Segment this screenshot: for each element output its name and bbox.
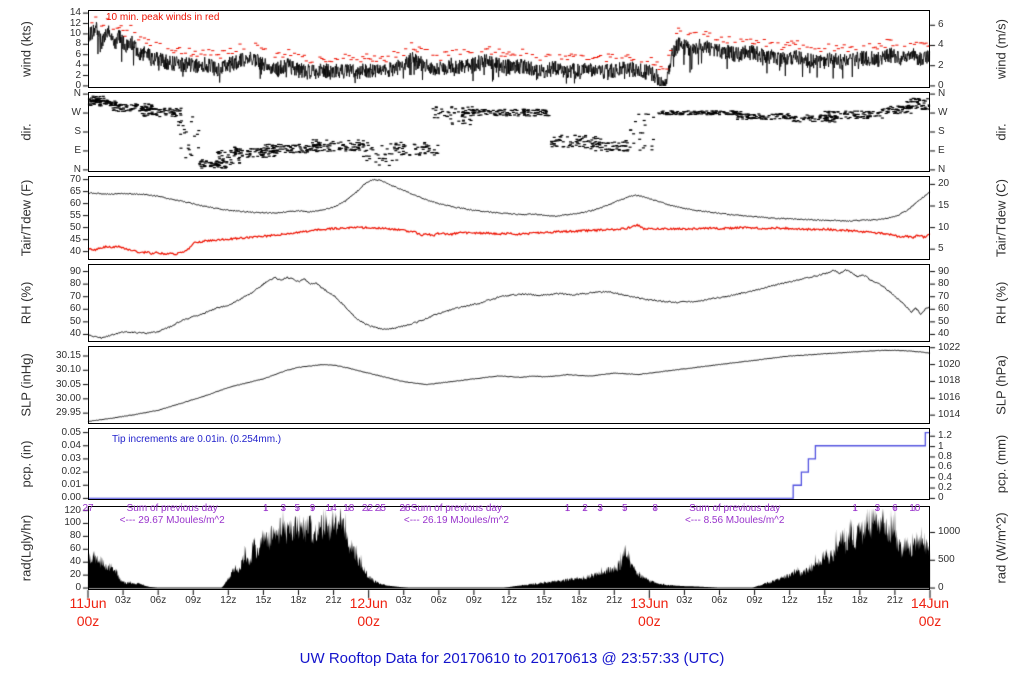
chart-canvas (0, 0, 1024, 700)
plot-title: UW Rooftop Data for 20170610 to 20170613… (299, 650, 725, 667)
uw-rooftop-weather-plot: 0 2 4 6 8 10 12 14 0 2 4 6 wind (kts) wind (m/s) N W S E N… (0, 0, 1024, 700)
